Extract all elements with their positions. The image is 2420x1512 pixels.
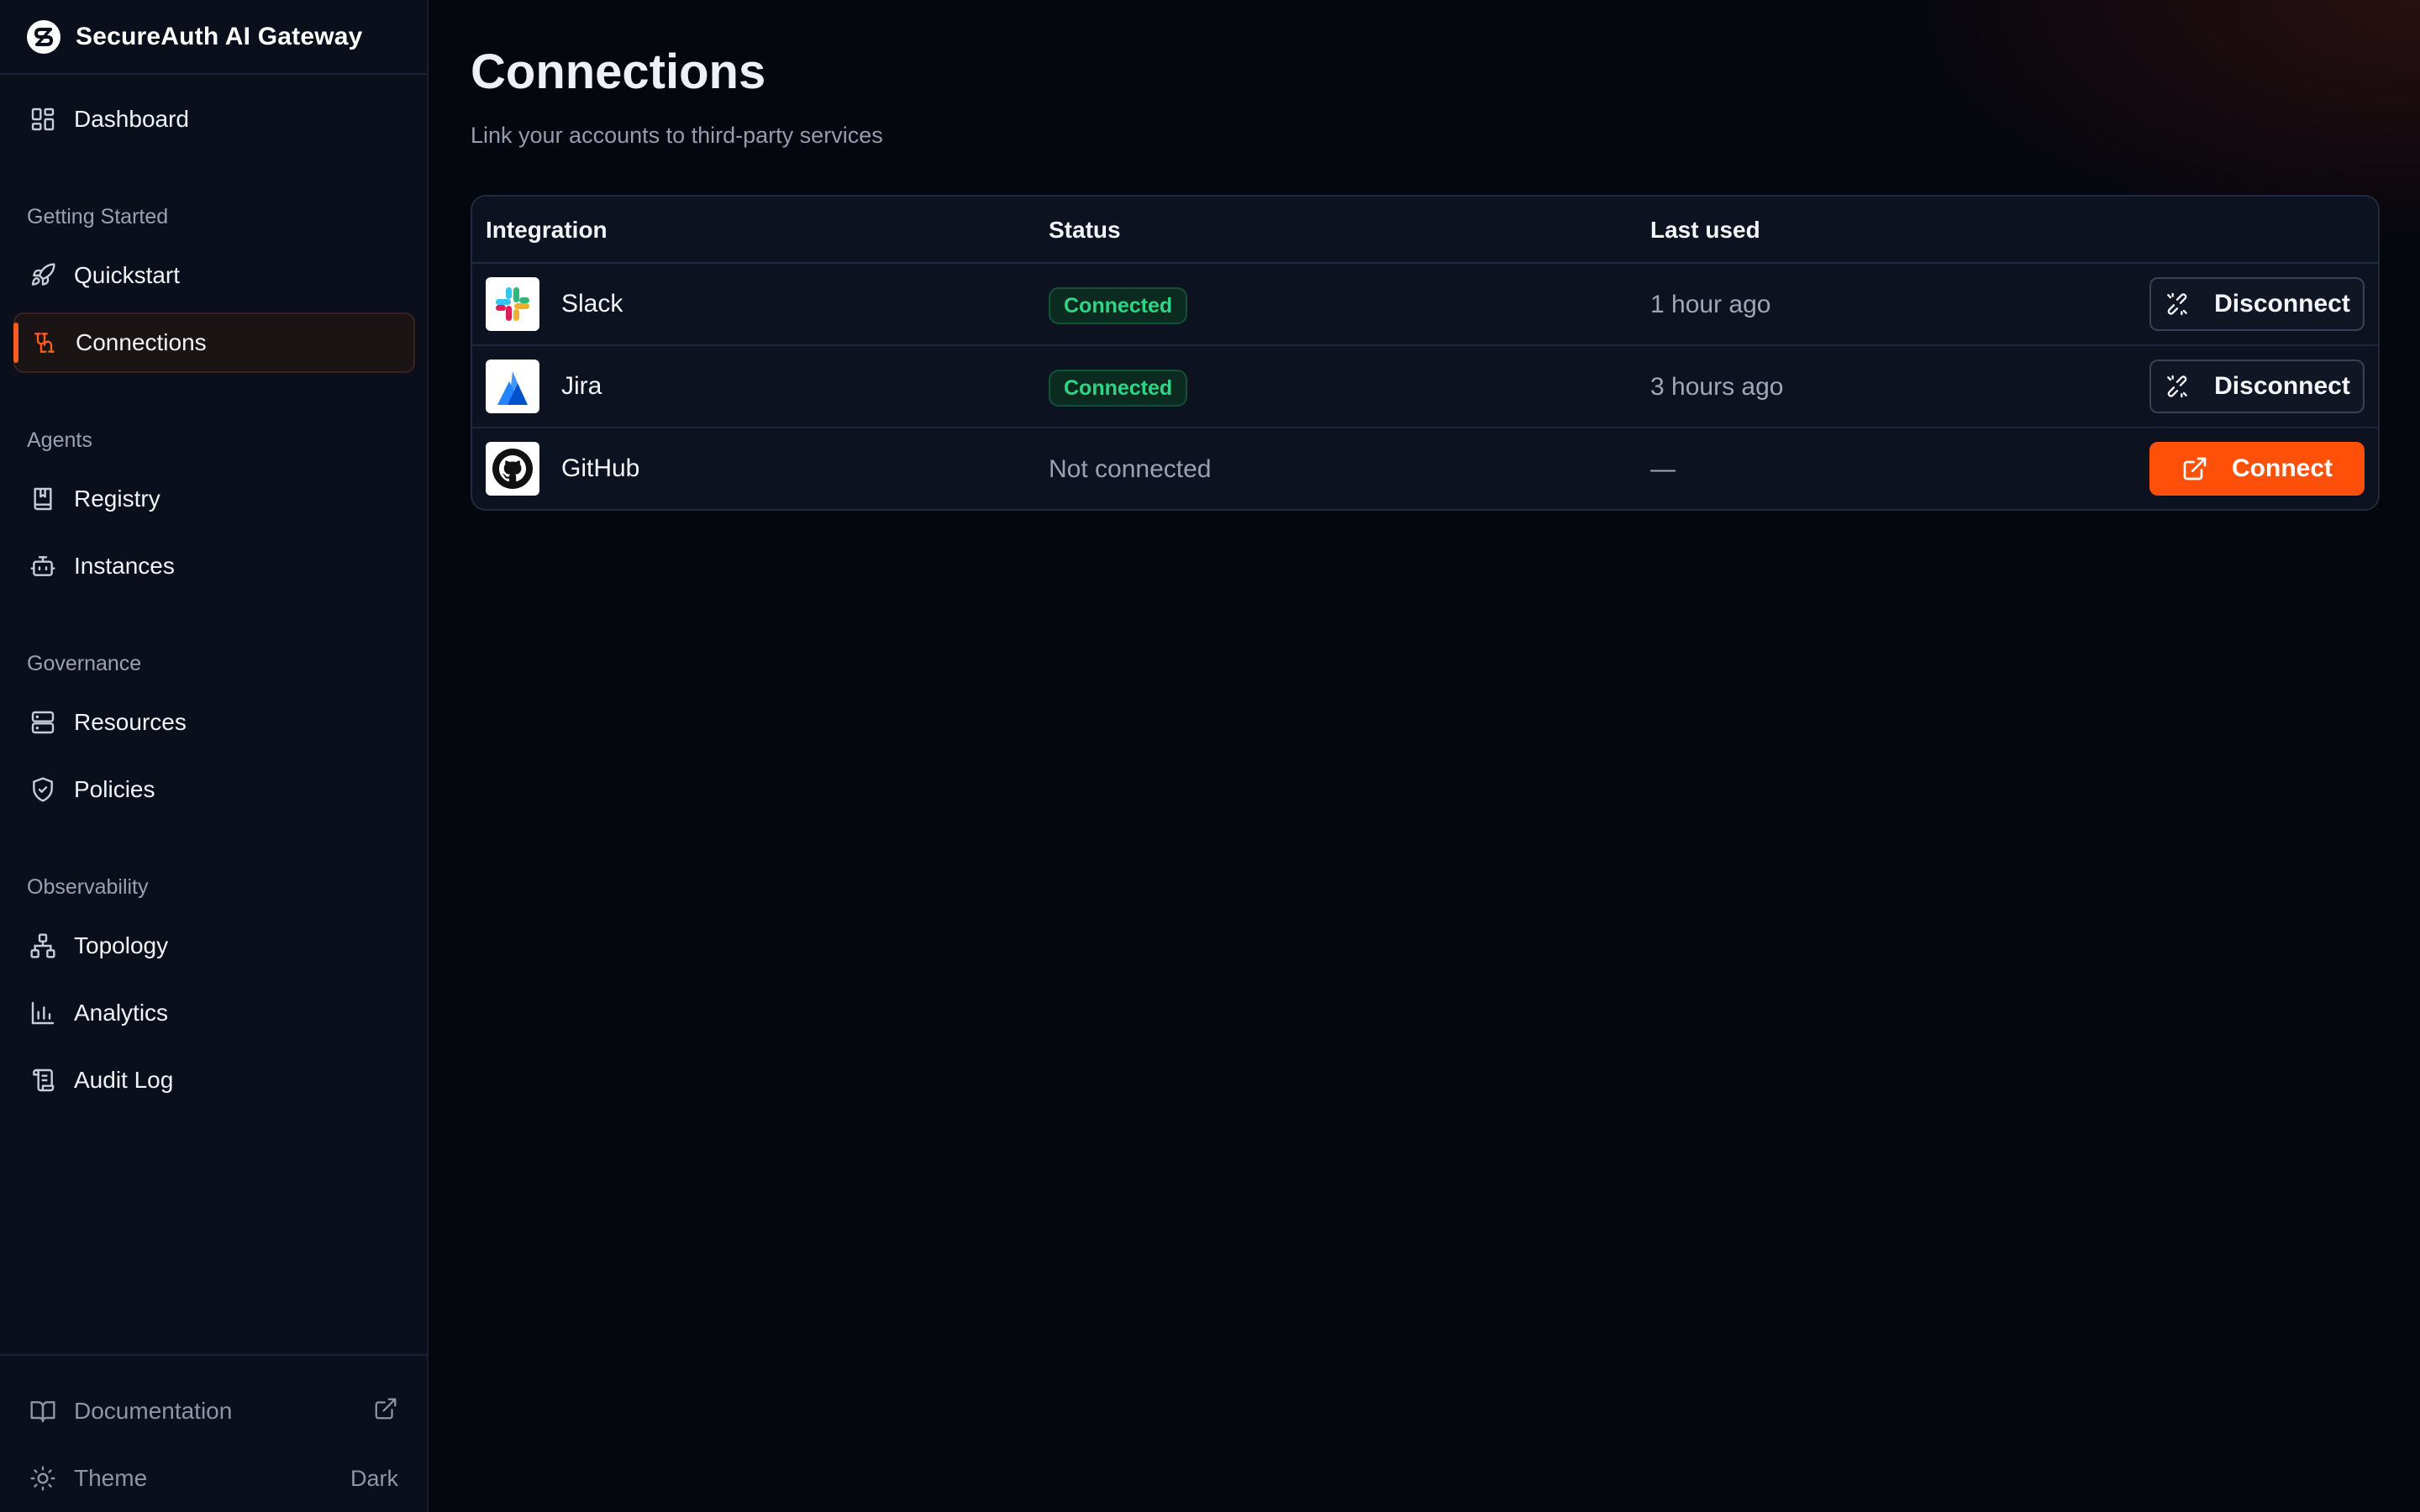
dashboard-icon [29, 105, 57, 134]
status-text: Not connected [1049, 455, 1212, 483]
connect-button[interactable]: Connect [2149, 442, 2365, 496]
table-row: Slack Connected 1 hour ago Disconnect [472, 264, 2378, 346]
section-label-governance: Governance [27, 652, 142, 675]
section-label-getting-started: Getting Started [27, 205, 169, 228]
integration-name: Slack [561, 290, 623, 318]
sidebar-item-policies[interactable]: Policies [13, 759, 415, 820]
sidebar-item-label: Policies [74, 776, 155, 802]
column-header-integration[interactable]: Integration [486, 217, 608, 244]
section-label-agents: Agents [27, 428, 92, 452]
sidebar-item-label: Instances [74, 553, 175, 579]
column-header-status[interactable]: Status [1049, 217, 1121, 244]
sidebar-item-instances[interactable]: Instances [13, 536, 415, 596]
disconnect-button[interactable]: Disconnect [2149, 277, 2365, 331]
documentation-label: Documentation [74, 1398, 233, 1424]
sidebar-item-dashboard[interactable]: Dashboard [13, 89, 415, 150]
book-icon [29, 485, 57, 513]
connection-icon [30, 328, 59, 357]
page-title: Connections [471, 45, 766, 99]
last-used: 3 hours ago [1650, 373, 1784, 401]
scroll-icon [29, 1066, 57, 1095]
table-row: Jira Connected 3 hours ago Disconnect [472, 346, 2378, 428]
book-open-icon [29, 1397, 57, 1425]
bot-icon [29, 552, 57, 580]
topology-icon [29, 932, 57, 960]
documentation-link[interactable]: Documentation [13, 1381, 415, 1441]
shield-icon [29, 775, 57, 804]
sidebar-item-label: Analytics [74, 1000, 169, 1026]
sidebar: SecureAuth AI Gateway Dashboard Getting … [0, 0, 429, 1512]
table-row: GitHub Not connected — Connect [472, 428, 2378, 509]
sidebar-item-label: Dashboard [74, 106, 189, 132]
brand[interactable]: SecureAuth AI Gateway [0, 0, 427, 75]
disconnect-label: Disconnect [2214, 372, 2350, 400]
jira-icon [486, 360, 539, 413]
integration-name: GitHub [561, 454, 640, 482]
sun-icon [29, 1464, 57, 1493]
theme-value: Dark [350, 1465, 398, 1491]
connections-table: Integration Status Last used Slack Conne [471, 195, 2380, 511]
status-badge: Connected [1049, 370, 1188, 407]
logo-icon [27, 19, 60, 54]
status-badge: Connected [1049, 287, 1188, 324]
sidebar-item-connections[interactable]: Connections [13, 312, 415, 373]
github-icon [486, 442, 539, 496]
sidebar-item-label: Audit Log [74, 1067, 174, 1093]
sidebar-item-label: Connections [76, 329, 207, 355]
slack-icon [486, 277, 539, 331]
unlink-icon [2167, 375, 2188, 398]
disconnect-button[interactable]: Disconnect [2149, 360, 2365, 413]
bar-chart-icon [29, 999, 57, 1027]
table-header: Integration Status Last used [472, 197, 2378, 264]
sidebar-item-audit-log[interactable]: Audit Log [13, 1050, 415, 1110]
last-used: 1 hour ago [1650, 291, 1771, 318]
sidebar-item-label: Quickstart [74, 262, 181, 288]
sidebar-item-topology[interactable]: Topology [13, 916, 415, 976]
app-title: SecureAuth AI Gateway [76, 22, 363, 50]
theme-label: Theme [74, 1465, 148, 1491]
unlink-icon [2167, 292, 2188, 316]
disconnect-label: Disconnect [2214, 290, 2350, 318]
external-link-icon [2183, 457, 2207, 480]
sidebar-item-label: Resources [74, 709, 187, 735]
integration-name: Jira [561, 372, 602, 400]
sidebar-item-quickstart[interactable]: Quickstart [13, 245, 415, 306]
section-label-observability: Observability [27, 875, 149, 899]
theme-toggle[interactable]: Theme Dark [13, 1448, 415, 1509]
sidebar-item-label: Registry [74, 486, 160, 512]
external-link-icon [373, 1396, 398, 1427]
sidebar-footer: Documentation Theme Dark [0, 1354, 427, 1512]
rocket-icon [29, 261, 57, 290]
main-content: Connections Link your accounts to third-… [429, 0, 2420, 1512]
sidebar-item-label: Topology [74, 932, 169, 958]
sidebar-item-registry[interactable]: Registry [13, 469, 415, 529]
connect-label: Connect [2232, 454, 2333, 482]
last-used: — [1650, 455, 1676, 483]
sidebar-item-analytics[interactable]: Analytics [13, 983, 415, 1043]
page-subtitle: Link your accounts to third-party servic… [471, 123, 883, 148]
server-icon [29, 708, 57, 737]
column-header-last-used[interactable]: Last used [1650, 217, 1760, 244]
sidebar-item-resources[interactable]: Resources [13, 692, 415, 753]
